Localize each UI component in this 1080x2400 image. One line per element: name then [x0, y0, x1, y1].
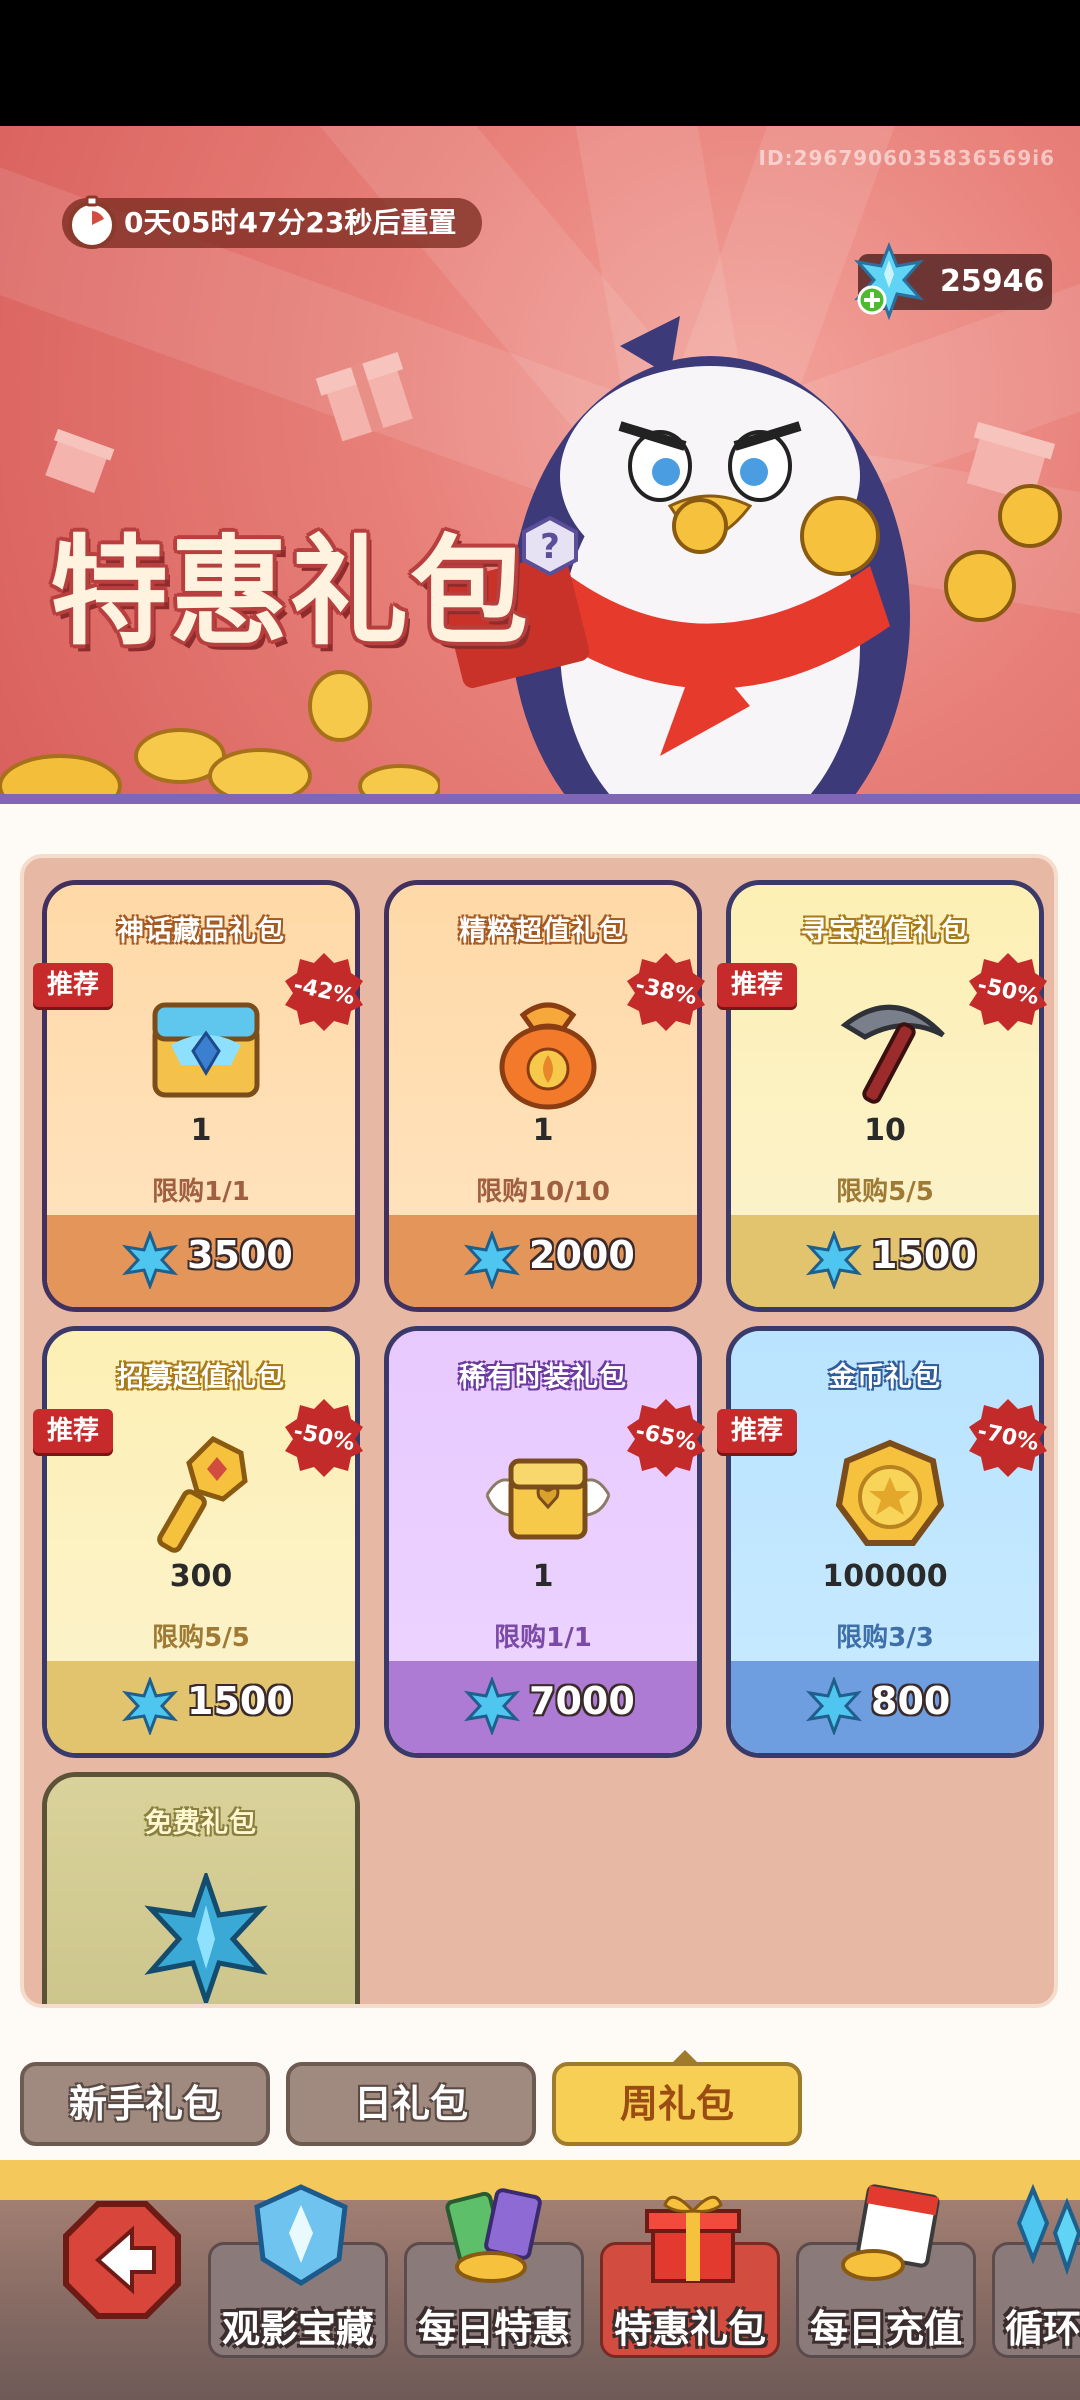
pack-card-treasure-hunt[interactable]: 寻宝超值礼包 10 限购5/5 1500 推荐 -50%	[717, 880, 1047, 1312]
active-tab-indicator	[671, 2050, 699, 2064]
crystal-cluster-icon	[1016, 2183, 1080, 2276]
gem-icon	[463, 1231, 521, 1289]
pack-card-recruit[interactable]: 招募超值礼包 300 限购5/5 1500 推荐 -50%	[33, 1326, 363, 1758]
nav-tab-cycle[interactable]: 循环	[992, 2183, 1080, 2358]
tab-daily-pack[interactable]: 日礼包	[286, 2062, 536, 2146]
pack-card-mythic[interactable]: 神话藏品礼包 1 限购1/1 3500 推荐 -42%	[33, 880, 363, 1312]
gift-box-icon	[315, 352, 413, 442]
discount-badge: -65%	[625, 1397, 707, 1479]
purchase-limit: 限购10/10	[476, 1177, 610, 1207]
pack-title: 招募超值礼包	[117, 1362, 285, 1393]
nav-tab-label: 观影宝藏	[221, 2307, 374, 2351]
banner-divider	[0, 794, 1080, 804]
price-label: 2000	[529, 1233, 635, 1277]
pack-card-essence[interactable]: 精粹超值礼包 1 限购10/10 2000 -38%	[384, 880, 705, 1312]
promo-banner: ID:2967906035836569i6 0天05时47分23秒后重置 259…	[0, 126, 1080, 804]
cards-and-coins-icon	[445, 2188, 542, 2283]
discount-badge: -50%	[283, 1397, 365, 1479]
price-button[interactable]: 1500	[731, 1215, 1039, 1307]
treasure-chest-icon	[152, 1002, 260, 1098]
pack-quantity: 1	[532, 1559, 554, 1594]
back-arrow-icon[interactable]	[62, 2200, 182, 2320]
price-label: 800	[871, 1679, 951, 1723]
pack-quantity: 1	[190, 1113, 212, 1148]
pack-card-gold-coin[interactable]: 金币礼包 100000 限购3/3 800 推荐 -70%	[717, 1326, 1047, 1758]
recommended-tag: 推荐	[717, 963, 798, 1007]
tab-weekly-pack[interactable]: 周礼包	[552, 2050, 802, 2146]
pack-quantity: 1	[532, 1113, 554, 1148]
gem-icon	[805, 1677, 863, 1735]
pack-card-free[interactable]: 免费礼包	[42, 1772, 360, 2004]
calendar-icon	[841, 2184, 940, 2281]
discount-badge: -38%	[625, 951, 707, 1033]
discount-badge: -42%	[283, 951, 365, 1033]
shop-panel: 神话藏品礼包 1 限购1/1 3500 推荐 -42% 精粹超值礼包 1 限购1…	[0, 804, 1080, 2160]
nav-tab-label: 特惠礼包	[613, 2307, 766, 2351]
pack-title: 精粹超值礼包	[459, 916, 627, 947]
price-button[interactable]: 2000	[389, 1215, 697, 1307]
pack-title: 稀有时装礼包	[459, 1362, 627, 1393]
system-status-bar	[0, 0, 1080, 126]
stopwatch-icon	[68, 195, 116, 249]
pack-quantity: 300	[169, 1559, 233, 1594]
banner-title: 特惠礼包	[50, 523, 531, 661]
timer-text: 0天05时47分23秒后重置	[124, 206, 457, 239]
coin-pile-image	[0, 670, 440, 804]
nav-tab-daily-deal[interactable]: 每日特惠	[404, 2188, 584, 2358]
pickaxe-icon	[840, 1004, 945, 1104]
gem-icon	[463, 1677, 521, 1735]
purchase-limit: 限购5/5	[152, 1623, 250, 1653]
gift-box-icon	[45, 428, 115, 494]
nav-tab-label: 每日特惠	[417, 2307, 570, 2351]
pack-card-rare-outfit[interactable]: 稀有时装礼包 1 限购1/1 7000 -65%	[384, 1326, 705, 1758]
recommended-tag: 推荐	[717, 1409, 798, 1453]
discount-badge: -70%	[967, 1397, 1049, 1479]
recommended-tag: 推荐	[33, 1409, 114, 1453]
pack-grid: 神话藏品礼包 1 限购1/1 3500 推荐 -42% 精粹超值礼包 1 限购1…	[20, 854, 1058, 2008]
pack-title: 寻宝超值礼包	[801, 916, 969, 947]
price-label: 3500	[187, 1233, 293, 1277]
purchase-limit: 限购1/1	[494, 1623, 592, 1653]
nav-tab-special-pack[interactable]: 特惠礼包	[600, 2195, 780, 2358]
gift-box-icon	[645, 2195, 741, 2283]
nav-tab-label: 循环	[1005, 2307, 1080, 2351]
pack-quantity: 100000	[822, 1559, 948, 1594]
svg-text:?: ?	[540, 527, 560, 567]
price-label: 1500	[187, 1679, 293, 1723]
nav-tab-watch-treasure[interactable]: 观影宝藏	[208, 2184, 388, 2358]
winged-chest-icon	[485, 1458, 611, 1540]
tab-newbie-pack[interactable]: 新手礼包	[20, 2062, 270, 2146]
purchase-limit: 限购5/5	[836, 1177, 934, 1207]
purchase-limit: 限购3/3	[836, 1623, 934, 1653]
nav-tab-daily-recharge[interactable]: 每日充值	[796, 2184, 976, 2358]
pack-title: 金币礼包	[829, 1362, 941, 1393]
pack-title: 免费礼包	[145, 1808, 257, 1839]
pack-quantity: 10	[864, 1113, 906, 1148]
bottom-navigation: 观影宝藏 每日特惠 特惠礼包 每日充值 循环	[0, 2160, 1080, 2400]
price-button[interactable]: 3500	[47, 1215, 355, 1307]
recommended-tag: 推荐	[33, 963, 114, 1007]
gold-coin-icon	[835, 1439, 945, 1546]
tab-weekly-pack-label: 周礼包	[619, 2082, 734, 2126]
pack-title: 神话藏品礼包	[117, 916, 285, 947]
price-button[interactable]: 7000	[389, 1661, 697, 1753]
blue-crystal-icon	[144, 1873, 268, 2003]
purchase-limit: 限购1/1	[152, 1177, 250, 1207]
blue-shield-gem-icon	[254, 2184, 348, 2286]
discount-badge: -50%	[967, 951, 1049, 1033]
gem-icon	[121, 1231, 179, 1289]
price-label: 7000	[529, 1679, 635, 1723]
price-button[interactable]: 1500	[47, 1661, 355, 1753]
gem-icon	[121, 1677, 179, 1735]
player-id-label: ID:2967906035836569i6	[758, 146, 1055, 170]
gold-key-icon	[157, 1435, 248, 1553]
price-label: 1500	[871, 1233, 977, 1277]
nav-tab-label: 每日充值	[809, 2307, 962, 2351]
gem-icon	[805, 1231, 863, 1289]
price-button[interactable]: 800	[731, 1661, 1039, 1753]
reset-timer: 0天05时47分23秒后重置	[62, 195, 483, 249]
essence-bag-icon	[499, 1002, 597, 1110]
